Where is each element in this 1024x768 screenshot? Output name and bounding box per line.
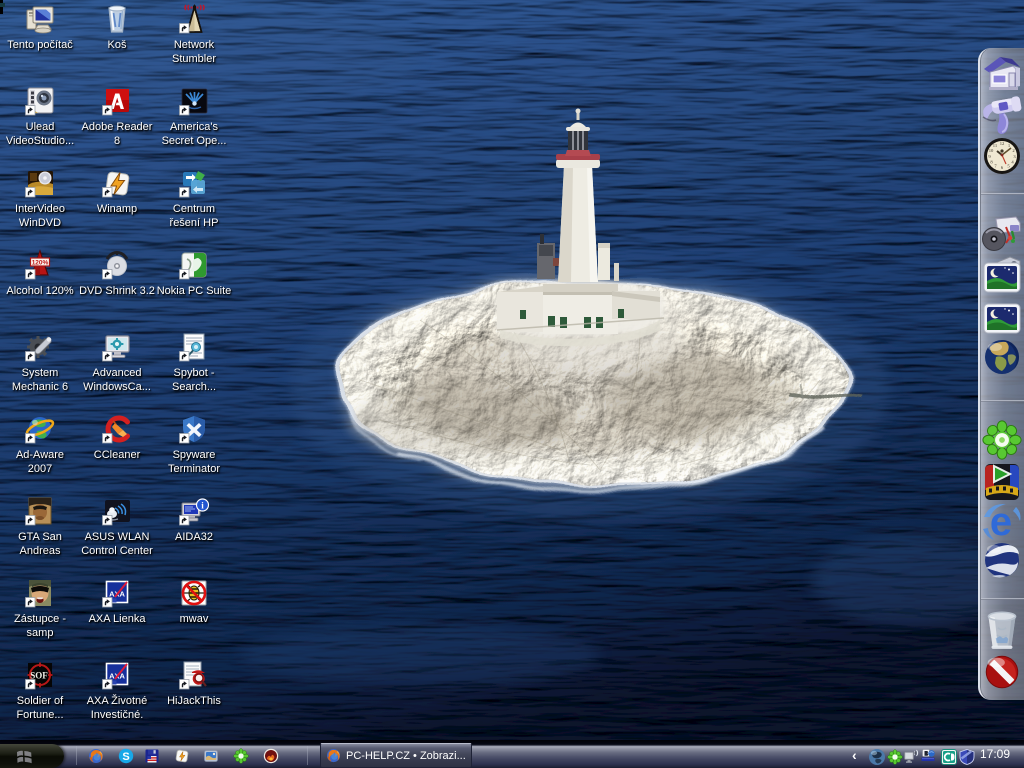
svg-text:12: 12 [1000, 141, 1005, 146]
svg-text:120%: 120% [32, 259, 49, 266]
svg-text:S: S [122, 751, 129, 763]
svg-text:10: 10 [989, 148, 994, 153]
svg-text:SOF: SOF [30, 671, 48, 681]
svg-text:11: 11 [993, 143, 998, 148]
